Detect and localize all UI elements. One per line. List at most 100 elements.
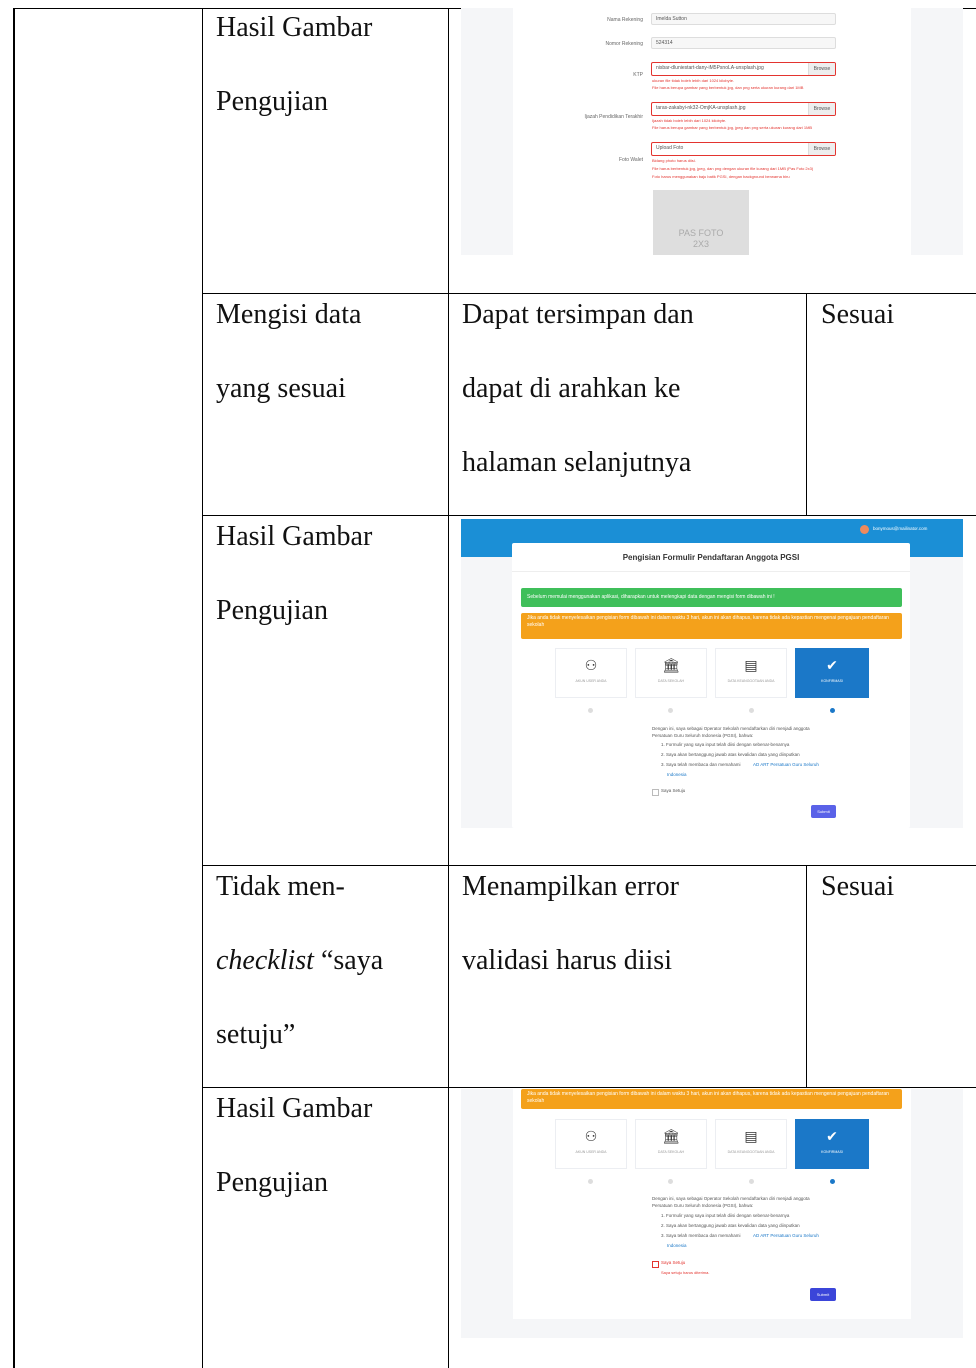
agree-label: Saya Setuju [661, 788, 686, 793]
progress-dot-4 [830, 708, 835, 713]
step-akun-user[interactable]: ⚇ AKUN USER ANDA [555, 1119, 627, 1169]
foto-browse-button[interactable]: Browse [808, 143, 835, 155]
warning-banner-orange: Jika anda tidak menyelesaikan pengisian … [521, 613, 902, 639]
intro-line1: Dengan ini, saya sebagai Operator Sekola… [652, 1196, 810, 1201]
input-nama-rekening[interactable]: Imelda Sutton [651, 13, 836, 25]
row4-label-line2: checklist “saya [216, 924, 383, 998]
user-icon: ⚇ [584, 1128, 598, 1144]
label-foto: Foto Walet [619, 157, 643, 163]
ijazah-error-2: File harus berupa gambar yang berbentuk … [652, 125, 813, 130]
ijazah-error-1: Ijazah tidak boleh lebih dari 1024 kilob… [652, 118, 727, 123]
row3-label-line1: Hasil Gambar [216, 521, 373, 552]
input-foto[interactable]: Upload Foto Browse [651, 142, 836, 156]
list-item-3: 3. Saya telah membaca dan memahami [661, 762, 741, 767]
progress-dot-1 [588, 708, 593, 713]
step-akun-user[interactable]: ⚇ AKUN USER ANDA [555, 648, 627, 698]
intro-line2: Persatuan Guru Seluruh Indonesia (PGSI),… [652, 1203, 754, 1208]
step-data-sekolah[interactable]: 🏛 DATA SEKOLAH [635, 648, 707, 698]
check-icon: ✔ [826, 1128, 838, 1144]
ijazah-filename: taras-zakabyi-nk32-OmjKA-unsplash.jpg [656, 105, 746, 111]
label-ktp: KTP [633, 72, 643, 78]
agree-checkbox[interactable] [652, 1261, 659, 1268]
input-ijazah[interactable]: taras-zakabyi-nk32-OmjKA-unsplash.jpg Br… [651, 102, 836, 116]
screenshot-validation-error: Jika anda tidak menyelesaikan pengisian … [461, 1089, 963, 1338]
row2-status: Sesuai [821, 299, 895, 330]
ijazah-browse-button[interactable]: Browse [808, 103, 835, 115]
row4-label-line3: setuju” [216, 1019, 296, 1050]
progress-dot-4 [830, 1179, 835, 1184]
form-title: Pengisian Formulir Pendaftaran Anggota P… [622, 553, 800, 562]
submit-button[interactable]: Submit [810, 1288, 836, 1301]
adart-link-1[interactable]: AD ART Persatuan Guru Seluruh [753, 762, 819, 768]
adart-link-1[interactable]: AD ART Persatuan Guru Seluruh [753, 1233, 819, 1239]
step-label: DATA SEKOLAH [657, 679, 685, 683]
row2-label-line1: Mengisi data [216, 299, 362, 330]
row4-label-italic: checklist [216, 945, 314, 976]
step-label: DATA KEANGGOTAAN ANDA [727, 679, 775, 683]
info-banner-green: Sebelum memulai menggunakan aplikasi, di… [521, 588, 902, 607]
step-label: DATA SEKOLAH [657, 1150, 685, 1154]
row1-label-line1: Hasil Gambar [216, 12, 373, 43]
ktp-error-1: ukuran file tidak boleh lebih dari 1024 … [652, 78, 735, 83]
step-data-keanggotaan[interactable]: ▤ DATA KEANGGOTAAN ANDA [715, 648, 787, 698]
school-icon: 🏛 [662, 1128, 680, 1144]
foto-placeholder: Upload Foto [656, 145, 684, 151]
label-nomor-rekening: Nomor Rekening [605, 41, 643, 47]
ktp-error-2: File harus berupa gambar yang berbentuk … [652, 85, 804, 90]
list-item-3: 3. Saya telah membaca dan memahami [661, 1233, 741, 1238]
agree-error-message: Saya setuju harus diterima. [661, 1270, 710, 1275]
step-konfirmasi[interactable]: ✔ KONFIRMASI [795, 1119, 869, 1169]
row2-result-line3: halaman selanjutnya [462, 447, 692, 478]
check-icon: ✔ [826, 657, 838, 673]
step-konfirmasi[interactable]: ✔ KONFIRMASI [795, 648, 869, 698]
pas-foto-placeholder: PAS FOTO 2X3 [653, 190, 749, 255]
progress-dot-2 [668, 1179, 673, 1184]
pas-foto-line2: 2X3 [692, 239, 709, 249]
row2-result-line2: dapat di arahkan ke [462, 373, 681, 404]
list-item-1: 1. Formulir yang saya input telah diisi … [661, 1213, 790, 1218]
ktp-browse-button[interactable]: Browse [808, 63, 835, 75]
progress-dot-3 [749, 1179, 754, 1184]
row2-label-line2: yang sesuai [216, 373, 346, 404]
label-ijazah: Ijazah Pendidikan Terakhir [584, 114, 643, 120]
row4-label-rest: “saya [313, 945, 384, 976]
submit-button[interactable]: Submit [811, 805, 836, 818]
row4-result-line2: validasi harus diisi [462, 945, 672, 976]
agree-label: Saya Setuju [661, 1260, 686, 1265]
input-ktp[interactable]: nisbar-dluniestart-dany-iM5PsnoLA-unspla… [651, 62, 836, 76]
input-nomor-rekening[interactable]: 524314 [651, 37, 836, 49]
row2-result-line1: Dapat tersimpan dan [462, 299, 694, 330]
user-avatar [860, 525, 869, 534]
adart-link-2[interactable]: Indonesia [667, 772, 687, 778]
foto-error-3: Foto harus menggunakan baju batik PGSI, … [652, 174, 790, 179]
form-title-divider [512, 571, 910, 572]
screenshot-upload-form: Nama Rekening Imelda Sutton Nomor Rekeni… [461, 8, 963, 255]
step-data-keanggotaan[interactable]: ▤ DATA KEANGGOTAAN ANDA [715, 1119, 787, 1169]
foto-error-2: File harus berbentuk jpg, jpeg, dan png … [652, 166, 814, 171]
step-data-sekolah[interactable]: 🏛 DATA SEKOLAH [635, 1119, 707, 1169]
column-divider-3-row2 [806, 294, 807, 516]
row4-label-line1: Tidak men- [216, 871, 345, 902]
progress-dot-3 [749, 708, 754, 713]
progress-dot-1 [588, 1179, 593, 1184]
school-icon: 🏛 [662, 657, 680, 673]
user-icon: ⚇ [584, 657, 598, 673]
label-nama-rekening: Nama Rekening [607, 17, 643, 23]
list-item-2: 2. Saya akan bertanggung jawab atas keva… [661, 752, 800, 757]
column-divider-2 [448, 8, 449, 1368]
pas-foto-line1: PAS FOTO [678, 228, 724, 238]
row5-label-line2: Pengujian [216, 1167, 328, 1198]
step-label: DATA KEANGGOTAAN ANDA [727, 1150, 775, 1154]
step-label: AKUN USER ANDA [575, 1150, 607, 1154]
foto-error-1: Bidang photo harus diisi. [652, 158, 696, 163]
row1-label-line2: Pengujian [216, 86, 328, 117]
column-divider-3-row4 [806, 866, 807, 1088]
agree-checkbox[interactable] [652, 789, 659, 796]
user-email[interactable]: bonymous@mailinator.com [873, 526, 927, 531]
warning-banner-orange: Jika anda tidak menyelesaikan pengisian … [521, 1089, 902, 1109]
step-label: KONFIRMASI [821, 1150, 843, 1154]
screenshot-registration-form: bonymous@mailinator.com Pengisian Formul… [461, 519, 963, 828]
step-label: AKUN USER ANDA [575, 679, 607, 683]
list-item-2: 2. Saya akan bertanggung jawab atas keva… [661, 1223, 800, 1228]
adart-link-2[interactable]: Indonesia [667, 1243, 687, 1249]
